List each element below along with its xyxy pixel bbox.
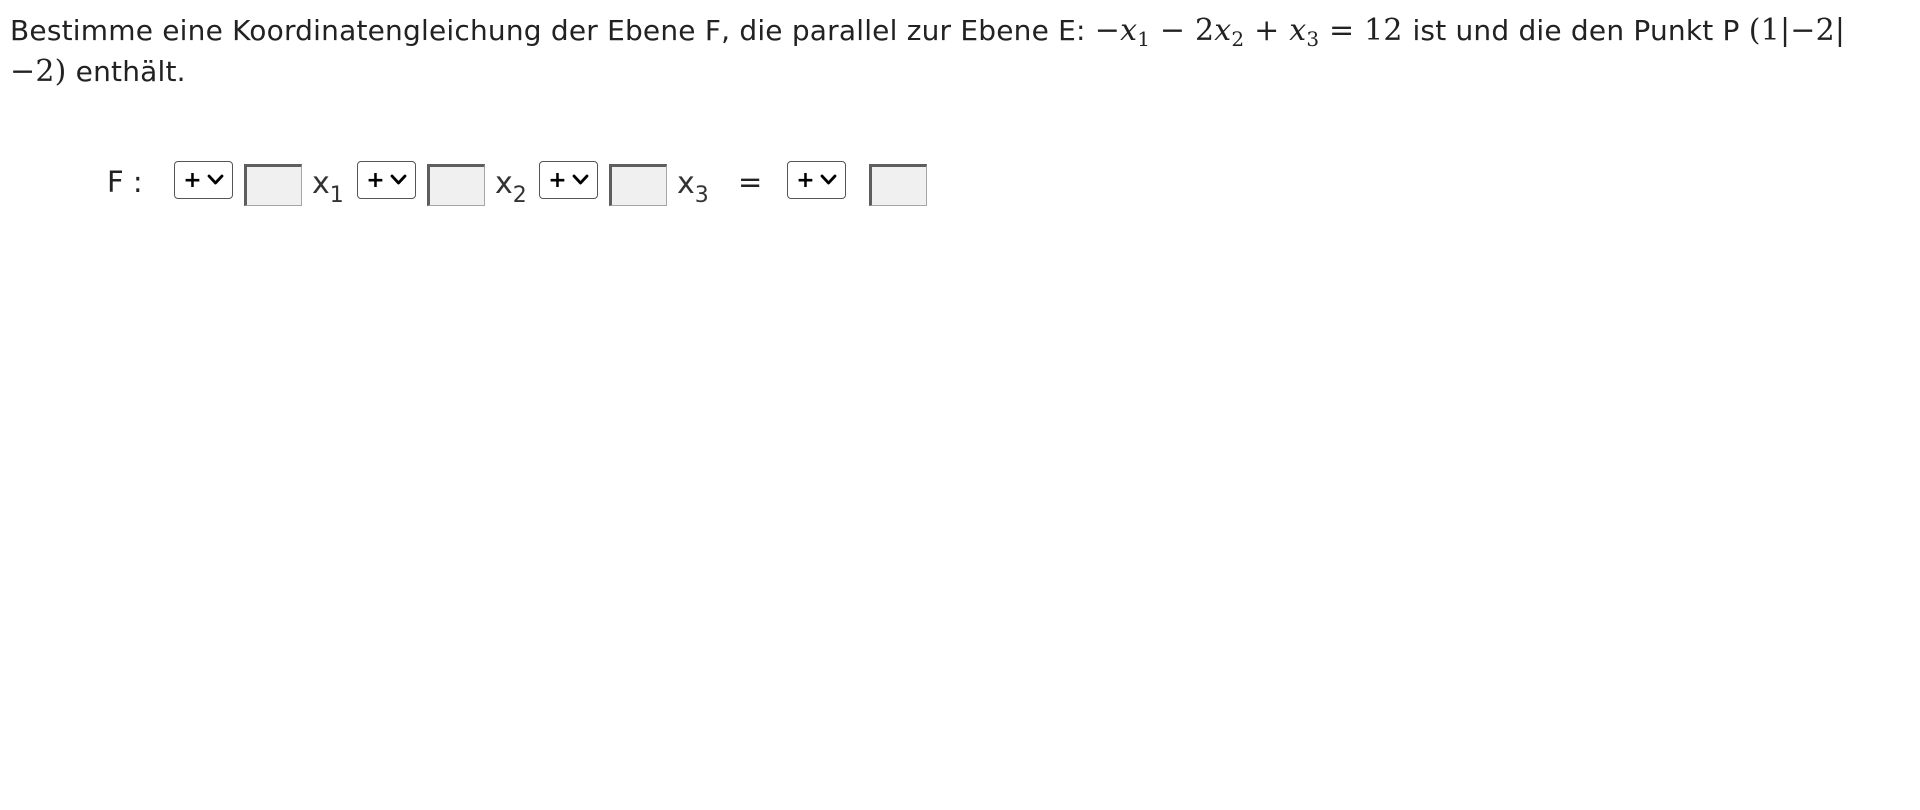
- plane-e-equation: −x1 − 2x2 + x3 = 12: [1094, 13, 1413, 51]
- question-end: enthält.: [75, 55, 186, 88]
- chevron-down-icon: [390, 174, 407, 185]
- term2-coefficient: 2: [1195, 13, 1215, 48]
- variable-x3-index: 3: [694, 183, 709, 208]
- sign-select-x1-value: +: [183, 167, 202, 193]
- sign-select-rhs-value: +: [796, 167, 815, 193]
- term2-variable: x: [1214, 13, 1232, 48]
- term2-operator: −: [1159, 13, 1186, 48]
- question-text: Bestimme eine Koordinatengleichung der E…: [10, 10, 1870, 92]
- rhs-constant-input[interactable]: [869, 164, 927, 206]
- term1-index: 1: [1137, 27, 1151, 51]
- term1-variable: x: [1120, 13, 1138, 48]
- sign-select-x3-value: +: [548, 167, 567, 193]
- answer-equals-sign: =: [738, 165, 763, 199]
- variable-x1: x1: [312, 166, 344, 207]
- question-middle: ist und die den Punkt P: [1412, 14, 1740, 47]
- term1-sign: −: [1094, 13, 1121, 48]
- term3-operator: +: [1254, 13, 1280, 48]
- sign-select-x2[interactable]: +: [357, 161, 416, 199]
- sign-select-rhs[interactable]: +: [787, 161, 846, 199]
- question-intro: Bestimme eine Koordinatengleichung der E…: [10, 14, 1086, 47]
- plane-f-label: F :: [107, 165, 143, 199]
- variable-x2-letter: x: [495, 166, 513, 201]
- variable-x2: x2: [495, 166, 527, 207]
- answer-equation-row: F : + x1 + x2 + x3 = +: [0, 158, 1000, 207]
- equation-equals: =: [1329, 13, 1355, 48]
- variable-x3-letter: x: [677, 166, 695, 201]
- variable-x1-index: 1: [329, 183, 344, 208]
- variable-x3: x3: [677, 166, 709, 207]
- variable-x2-index: 2: [512, 183, 527, 208]
- term2-index: 2: [1231, 27, 1245, 51]
- chevron-down-icon: [820, 174, 837, 185]
- term3-index: 3: [1306, 27, 1320, 51]
- coefficient-input-x3[interactable]: [609, 164, 667, 206]
- sign-select-x1[interactable]: +: [174, 161, 233, 199]
- sign-select-x2-value: +: [366, 167, 385, 193]
- term3-variable: x: [1289, 13, 1307, 48]
- variable-x1-letter: x: [312, 166, 330, 201]
- chevron-down-icon: [572, 174, 589, 185]
- chevron-down-icon: [207, 174, 224, 185]
- sign-select-x3[interactable]: +: [539, 161, 598, 199]
- coefficient-input-x2[interactable]: [427, 164, 485, 206]
- coefficient-input-x1[interactable]: [244, 164, 302, 206]
- equation-rhs: 12: [1364, 13, 1403, 48]
